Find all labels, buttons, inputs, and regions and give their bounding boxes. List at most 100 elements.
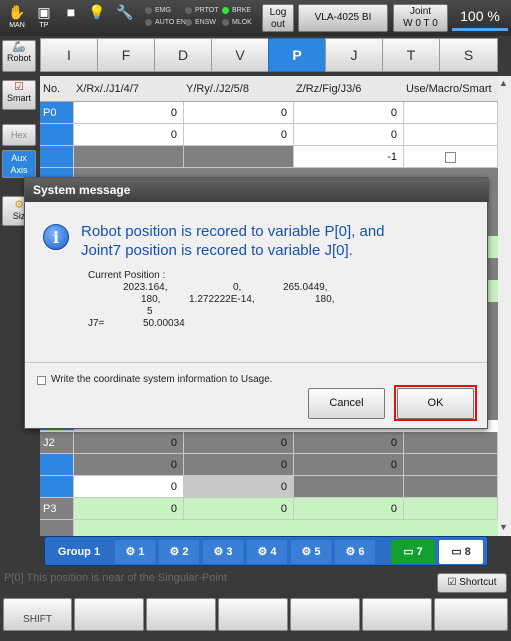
lightbulb-icon[interactable]: 💡 — [84, 2, 110, 34]
cell-use[interactable] — [404, 476, 498, 498]
table-row[interactable]: J2 0 0 0 — [40, 432, 498, 454]
indicator-mlok: MLOK — [222, 18, 252, 28]
ok-button[interactable]: OK — [397, 388, 474, 419]
teach-pendant-icon[interactable]: ▣ TP — [31, 2, 57, 34]
use-checkbox[interactable] — [445, 151, 456, 163]
j7-label: J7= — [88, 318, 105, 329]
cell-y[interactable]: 0 — [184, 102, 294, 124]
axis-8-button[interactable]: ▭ 8 — [439, 540, 483, 564]
axis-7-button[interactable]: ▭ 7 — [391, 540, 435, 564]
aux-axis-button[interactable]: Aux Axis — [2, 150, 36, 178]
cell-z[interactable]: 0 — [294, 498, 404, 520]
tab-j[interactable]: J — [325, 38, 383, 72]
fkey-f4[interactable] — [290, 598, 360, 631]
cell-use[interactable] — [404, 432, 498, 454]
cell-y[interactable]: 0 — [184, 124, 294, 146]
manual-mode-icon[interactable]: ✋ MAN — [4, 2, 30, 34]
j7-value: 50.00034 — [143, 318, 185, 329]
axis-6-button[interactable]: ⚙ 6 — [335, 540, 375, 564]
scroll-up-icon[interactable]: ▲ — [499, 78, 508, 88]
cell-x[interactable]: 0 — [74, 102, 184, 124]
fkey-f1[interactable] — [74, 598, 144, 631]
table-row[interactable]: 0 0 0 — [40, 454, 498, 476]
usage-checkbox-label[interactable]: Write the coordinate system information … — [51, 374, 273, 385]
table-row[interactable]: P0 0 0 0 — [40, 102, 498, 124]
usage-checkbox[interactable] — [37, 376, 46, 385]
fkey-f5[interactable] — [362, 598, 432, 631]
axis-5-button[interactable]: ⚙ 5 — [291, 540, 331, 564]
table-row[interactable]: P3 0 0 0 — [40, 498, 498, 520]
cell-y[interactable]: 0 — [184, 454, 294, 476]
speed-override[interactable]: 100 % — [452, 5, 508, 31]
table-row[interactable]: 0 0 — [40, 476, 498, 498]
cell-use[interactable] — [404, 454, 498, 476]
coordinate-mode-button[interactable]: Joint W 0 T 0 — [393, 4, 448, 32]
cell-x[interactable] — [74, 146, 184, 168]
group-selector[interactable]: Group 1 — [49, 540, 109, 564]
axis-group-bar: Group 1 ⚙ 1 ⚙ 2 ⚙ 3 ⚙ 4 ⚙ 5 ⚙ 6 ▭ 7 ▭ 8 — [44, 536, 488, 566]
cell-use[interactable] — [404, 498, 498, 520]
row-number: P3 — [40, 498, 74, 520]
indicator-prtot-dot — [185, 6, 192, 14]
tab-f[interactable]: F — [97, 38, 155, 72]
logout-button[interactable]: Log out — [262, 4, 294, 32]
cell-x[interactable]: 0 — [74, 476, 184, 498]
table-scrollbar[interactable]: ▲ ▼ — [498, 76, 511, 536]
header-x: X/Rx/./J1/4/7 — [76, 83, 139, 95]
row-number: P0 — [40, 102, 74, 124]
fkey-shift[interactable]: SHIFT — [3, 598, 72, 631]
cancel-button[interactable]: Cancel — [308, 388, 385, 419]
axis-3-button[interactable]: ⚙ 3 — [203, 540, 243, 564]
table-row[interactable] — [40, 520, 498, 536]
axis-2-button[interactable]: ⚙ 2 — [159, 540, 199, 564]
cell-z[interactable]: -1 — [294, 146, 404, 168]
indicator-ensw-dot — [185, 18, 192, 26]
fkey-f3[interactable] — [218, 598, 288, 631]
cell-z[interactable]: 0 — [294, 454, 404, 476]
tab-d[interactable]: D — [154, 38, 212, 72]
cell-x[interactable]: 0 — [74, 454, 184, 476]
table-row[interactable]: 0 0 0 — [40, 124, 498, 146]
row-number: J2 — [40, 432, 74, 454]
cell-use[interactable] — [404, 146, 498, 168]
cell-y[interactable]: 0 — [184, 476, 294, 498]
table-row[interactable]: -1 — [40, 146, 498, 168]
indicator-prtot: PRTOT — [185, 6, 218, 16]
cell-x[interactable]: 0 — [74, 432, 184, 454]
cell-use[interactable] — [404, 102, 498, 124]
mode-sub-label: W 0 T 0 — [403, 18, 438, 29]
wrench-icon[interactable]: 🔧 — [112, 2, 138, 34]
cell-x[interactable]: 0 — [74, 498, 184, 520]
tp-label: TP — [39, 22, 49, 29]
cell-z[interactable]: 0 — [294, 102, 404, 124]
cell-x[interactable]: 0 — [74, 124, 184, 146]
tab-p[interactable]: P — [268, 38, 326, 72]
tab-i[interactable]: I — [40, 38, 98, 72]
axis-4-button[interactable]: ⚙ 4 — [247, 540, 287, 564]
cell-z[interactable] — [294, 476, 404, 498]
cell-y[interactable] — [184, 146, 294, 168]
scroll-down-icon[interactable]: ▼ — [499, 522, 508, 532]
smart-button[interactable]: ☑ Smart — [2, 80, 36, 110]
robot-button[interactable]: 🦾 Robot — [2, 40, 36, 72]
indicator-brke-dot — [222, 6, 229, 14]
man-label: MAN — [9, 22, 25, 29]
system-message-dialog: System message i Robot position is recor… — [24, 177, 489, 429]
cell-z[interactable]: 0 — [294, 124, 404, 146]
axis-1-button[interactable]: ⚙ 1 — [115, 540, 155, 564]
hex-button[interactable]: Hex — [2, 124, 36, 146]
tab-s[interactable]: S — [439, 38, 498, 72]
stop-square-icon[interactable]: ■ — [58, 2, 84, 34]
robot-model-button[interactable]: VLA-4025 BI — [298, 4, 388, 32]
tab-v[interactable]: V — [211, 38, 269, 72]
shortcut-button[interactable]: ☑ Shortcut — [437, 573, 507, 593]
cell-y[interactable]: 0 — [184, 498, 294, 520]
pos-value: 265.0449, — [283, 282, 328, 293]
cell-use[interactable] — [404, 124, 498, 146]
tab-t[interactable]: T — [382, 38, 440, 72]
cell-z[interactable]: 0 — [294, 432, 404, 454]
cell-y[interactable]: 0 — [184, 432, 294, 454]
fkey-f6[interactable] — [434, 598, 508, 631]
pos-value: 180, — [315, 294, 335, 305]
fkey-f2[interactable] — [146, 598, 216, 631]
